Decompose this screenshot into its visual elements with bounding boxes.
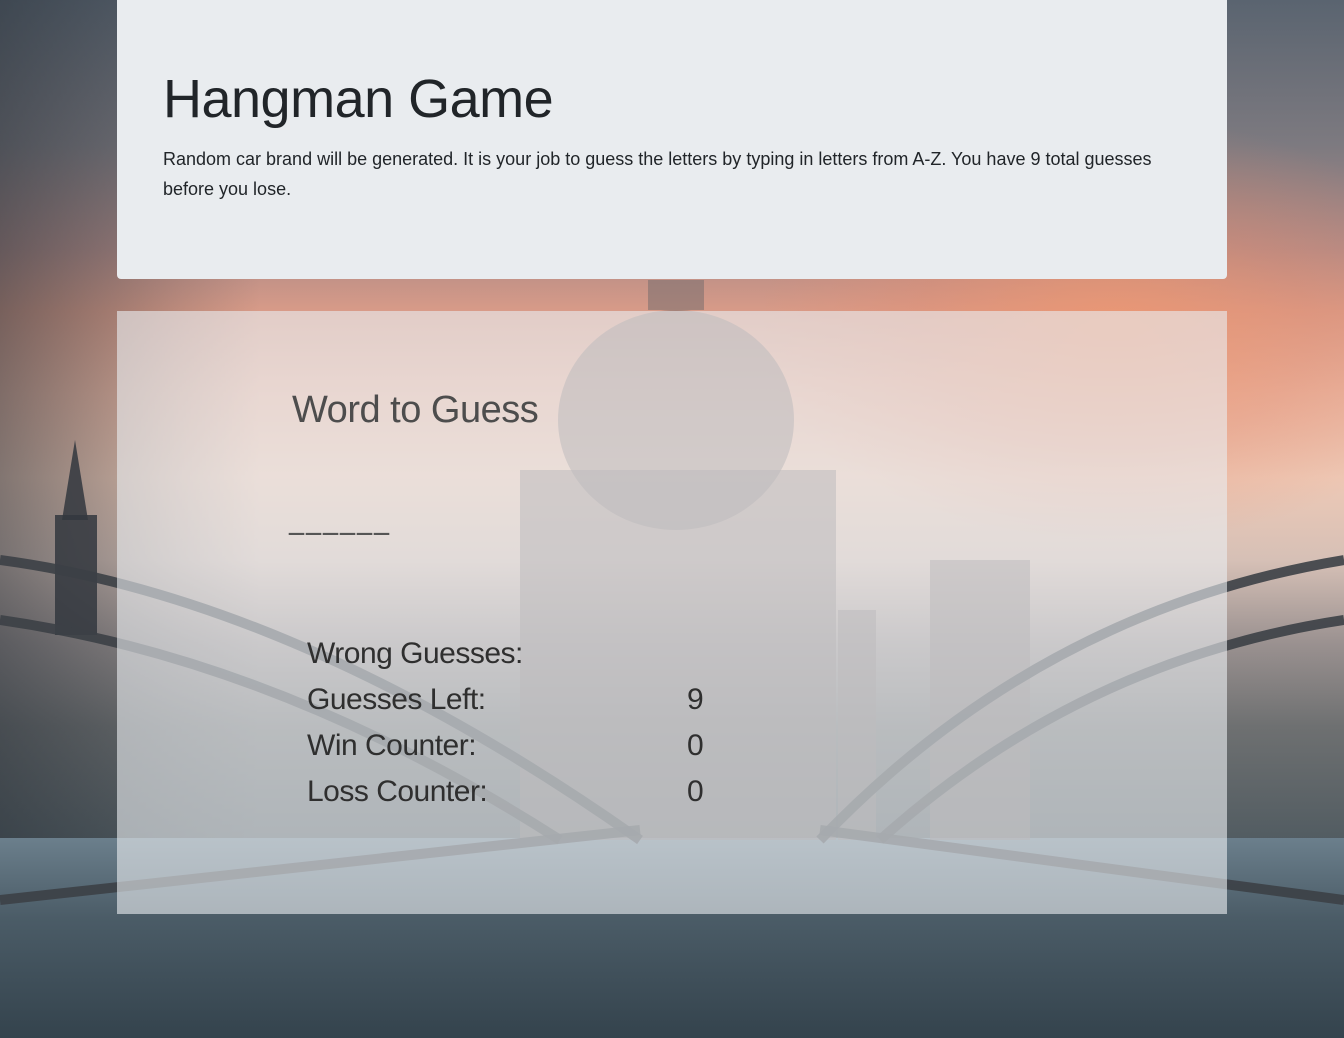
wrong-guesses-row: Wrong Guesses:: [307, 631, 727, 677]
word-blanks: ______: [289, 501, 391, 536]
guesses-left-row: Guesses Left: 9: [307, 677, 727, 723]
game-panel: Word to Guess ______ Wrong Guesses: Gues…: [117, 311, 1227, 914]
loss-counter-label: Loss Counter:: [307, 775, 488, 808]
loss-counter-value: 0: [687, 775, 704, 808]
loss-counter-row: Loss Counter: 0: [307, 769, 727, 815]
win-counter-value: 0: [687, 729, 704, 762]
page-title: Hangman Game: [163, 69, 554, 129]
stats-list: Wrong Guesses: Guesses Left: 9 Win Count…: [307, 631, 727, 815]
guesses-left-label: Guesses Left:: [307, 683, 486, 716]
word-to-guess-heading: Word to Guess: [292, 389, 539, 431]
win-counter-label: Win Counter:: [307, 729, 477, 762]
game-description: Random car brand will be generated. It i…: [163, 149, 1152, 199]
guesses-left-value: 9: [687, 683, 704, 716]
jumbotron: Hangman Game Random car brand will be ge…: [117, 0, 1227, 279]
win-counter-row: Win Counter: 0: [307, 723, 727, 769]
wrong-guesses-label: Wrong Guesses:: [307, 637, 523, 670]
